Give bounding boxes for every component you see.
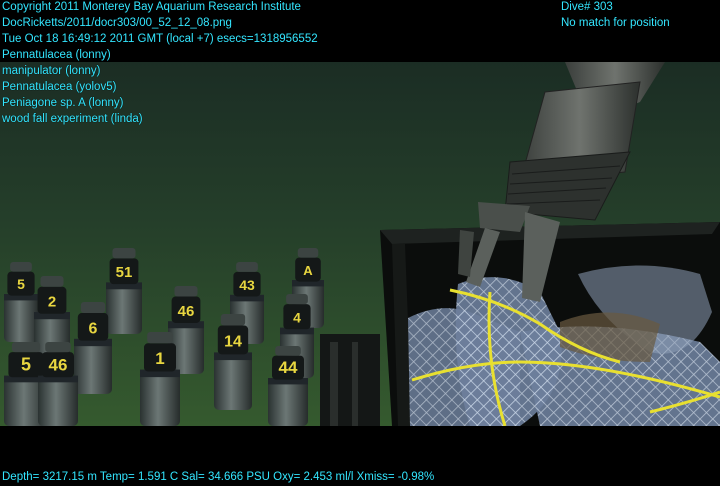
canister-number: 46 [49, 356, 68, 375]
annotation-line: wood fall experiment (linda) [2, 113, 143, 125]
canister: 46 [38, 342, 78, 426]
canister: 51 [106, 248, 142, 334]
copyright-line: Copyright 2011 Monterey Bay Aquarium Res… [2, 1, 301, 13]
canister: 5 [4, 262, 38, 342]
canister-number: 46 [178, 303, 195, 320]
sensor-readout: Depth= 3217.15 m Temp= 1.591 C Sal= 34.6… [2, 471, 435, 483]
canister-number: 51 [116, 264, 133, 281]
annotation-line: Pennatulacea (lonny) [2, 49, 111, 61]
canister-number: 2 [48, 294, 56, 311]
canister: 1 [140, 332, 180, 426]
canister-number: 5 [17, 276, 25, 292]
canister: 44 [268, 346, 308, 426]
overlay-right: Dive# 303 No match for position [561, 0, 670, 31]
canister: 6 [74, 302, 112, 394]
canister-number: 5 [21, 355, 31, 375]
overlay-left: Copyright 2011 Monterey Bay Aquarium Res… [2, 0, 318, 127]
canister-number: 6 [89, 320, 98, 337]
canister-number: A [303, 263, 313, 278]
dive-number: Dive# 303 [561, 1, 613, 13]
canister-number: 4 [293, 310, 301, 326]
canister-number: 14 [224, 334, 242, 351]
annotation-line: manipulator (lonny) [2, 65, 101, 77]
annotation-line: Pennatulacea (yolov5) [2, 81, 117, 93]
canister-number: 43 [239, 277, 255, 293]
annotation-line: Peniagone sp. A (lonny) [2, 97, 124, 109]
canister-number: 44 [279, 358, 298, 377]
image-path-line: DocRicketts/2011/docr303/00_52_12_08.png [2, 17, 232, 29]
position-status: No match for position [561, 17, 670, 29]
timestamp-line: Tue Oct 18 16:49:12 2011 GMT (local +7) … [2, 33, 318, 45]
canister-number: 1 [155, 349, 164, 368]
canister: 14 [214, 314, 252, 410]
rov-frame: 51 A 5 43 2 46 4 6 14 1 5 46 44 Copyright 2011 Monte… [0, 0, 720, 486]
